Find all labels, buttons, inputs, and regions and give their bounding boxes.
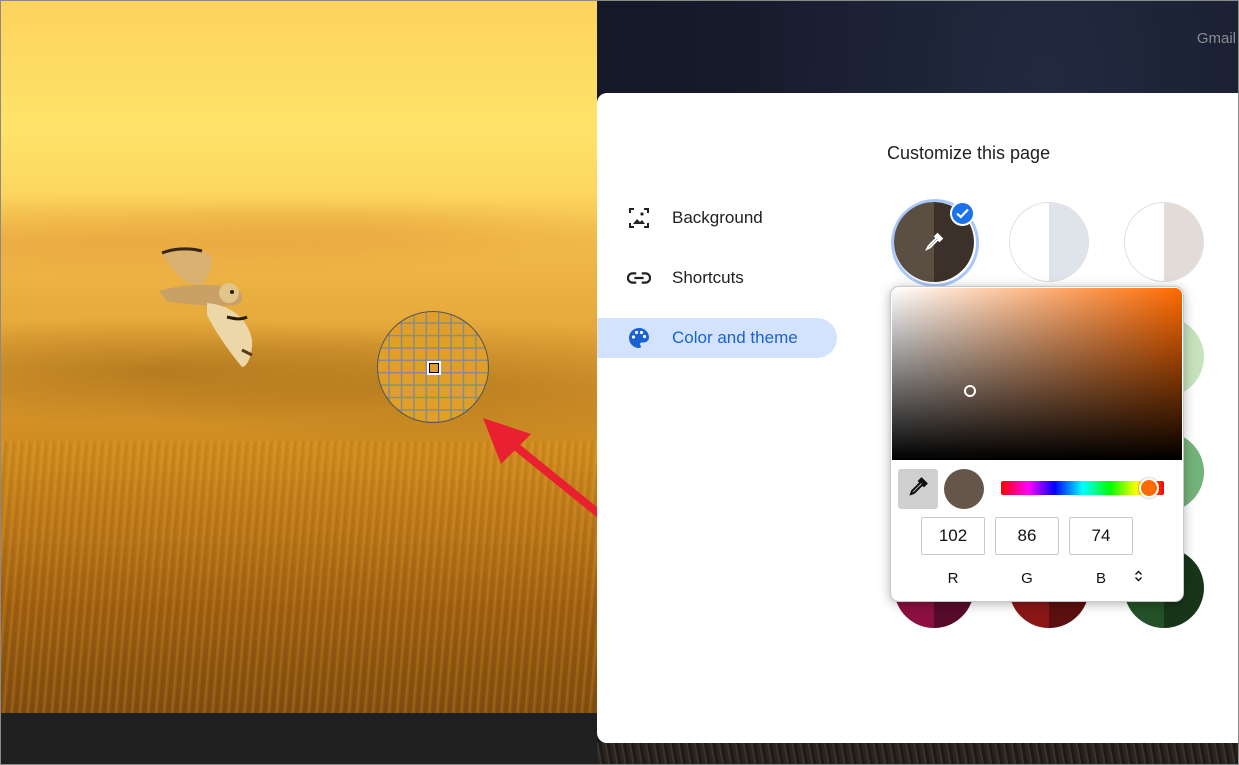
gmail-link[interactable]: Gmail xyxy=(1197,30,1236,47)
nav-label: Color and theme xyxy=(672,328,798,347)
link-icon xyxy=(627,268,651,288)
color-mode-toggle[interactable] xyxy=(1131,570,1145,586)
green-input[interactable] xyxy=(995,517,1059,555)
nav-item-shortcuts[interactable]: Shortcuts xyxy=(597,258,837,298)
selected-check-icon xyxy=(950,201,975,226)
loupe-center-pixel xyxy=(427,361,441,375)
red-label: R xyxy=(947,570,959,587)
panel-title: Customize this page xyxy=(887,143,1051,163)
blue-label: B xyxy=(1095,570,1106,587)
color-swatch-default-light-blue[interactable] xyxy=(1009,202,1089,282)
red-annotation-arrow xyxy=(483,418,597,518)
color-swatch-warm-grey[interactable] xyxy=(1124,202,1204,282)
swatch-left-half xyxy=(1010,203,1049,281)
selected-color-preview xyxy=(944,469,984,509)
hue-slider-handle[interactable] xyxy=(1139,478,1160,498)
palette-icon xyxy=(627,328,651,348)
background-photo xyxy=(1,1,597,713)
eyedropper-icon xyxy=(908,476,928,502)
blue-input[interactable] xyxy=(1069,517,1133,555)
image-icon xyxy=(627,208,651,228)
customize-nav: Background Shortcuts Color and theme xyxy=(597,198,842,378)
hue-slider[interactable] xyxy=(1001,478,1164,498)
nav-item-background[interactable]: Background xyxy=(597,198,837,238)
nav-label: Shortcuts xyxy=(672,268,744,287)
color-picker-popup: R G B xyxy=(891,287,1183,601)
swatch-right-half xyxy=(1049,203,1088,281)
nav-item-color-and-theme[interactable]: Color and theme xyxy=(597,318,837,358)
photo-haze xyxy=(1,186,597,276)
owl-image xyxy=(159,247,253,367)
nav-label: Background xyxy=(672,208,763,227)
swatch-left-half xyxy=(1125,203,1164,281)
swatch-right-half xyxy=(1164,203,1203,281)
green-label: G xyxy=(1021,570,1033,587)
saturation-value-area[interactable] xyxy=(892,288,1182,460)
background-rocks xyxy=(597,742,1238,764)
red-input[interactable] xyxy=(921,517,985,555)
saturation-value-handle[interactable] xyxy=(964,385,977,398)
up-down-chevron-icon xyxy=(1134,569,1143,587)
eyedropper-icon xyxy=(924,232,944,252)
eyedropper-button[interactable] xyxy=(898,469,938,509)
bottom-dark-strip xyxy=(1,713,597,764)
